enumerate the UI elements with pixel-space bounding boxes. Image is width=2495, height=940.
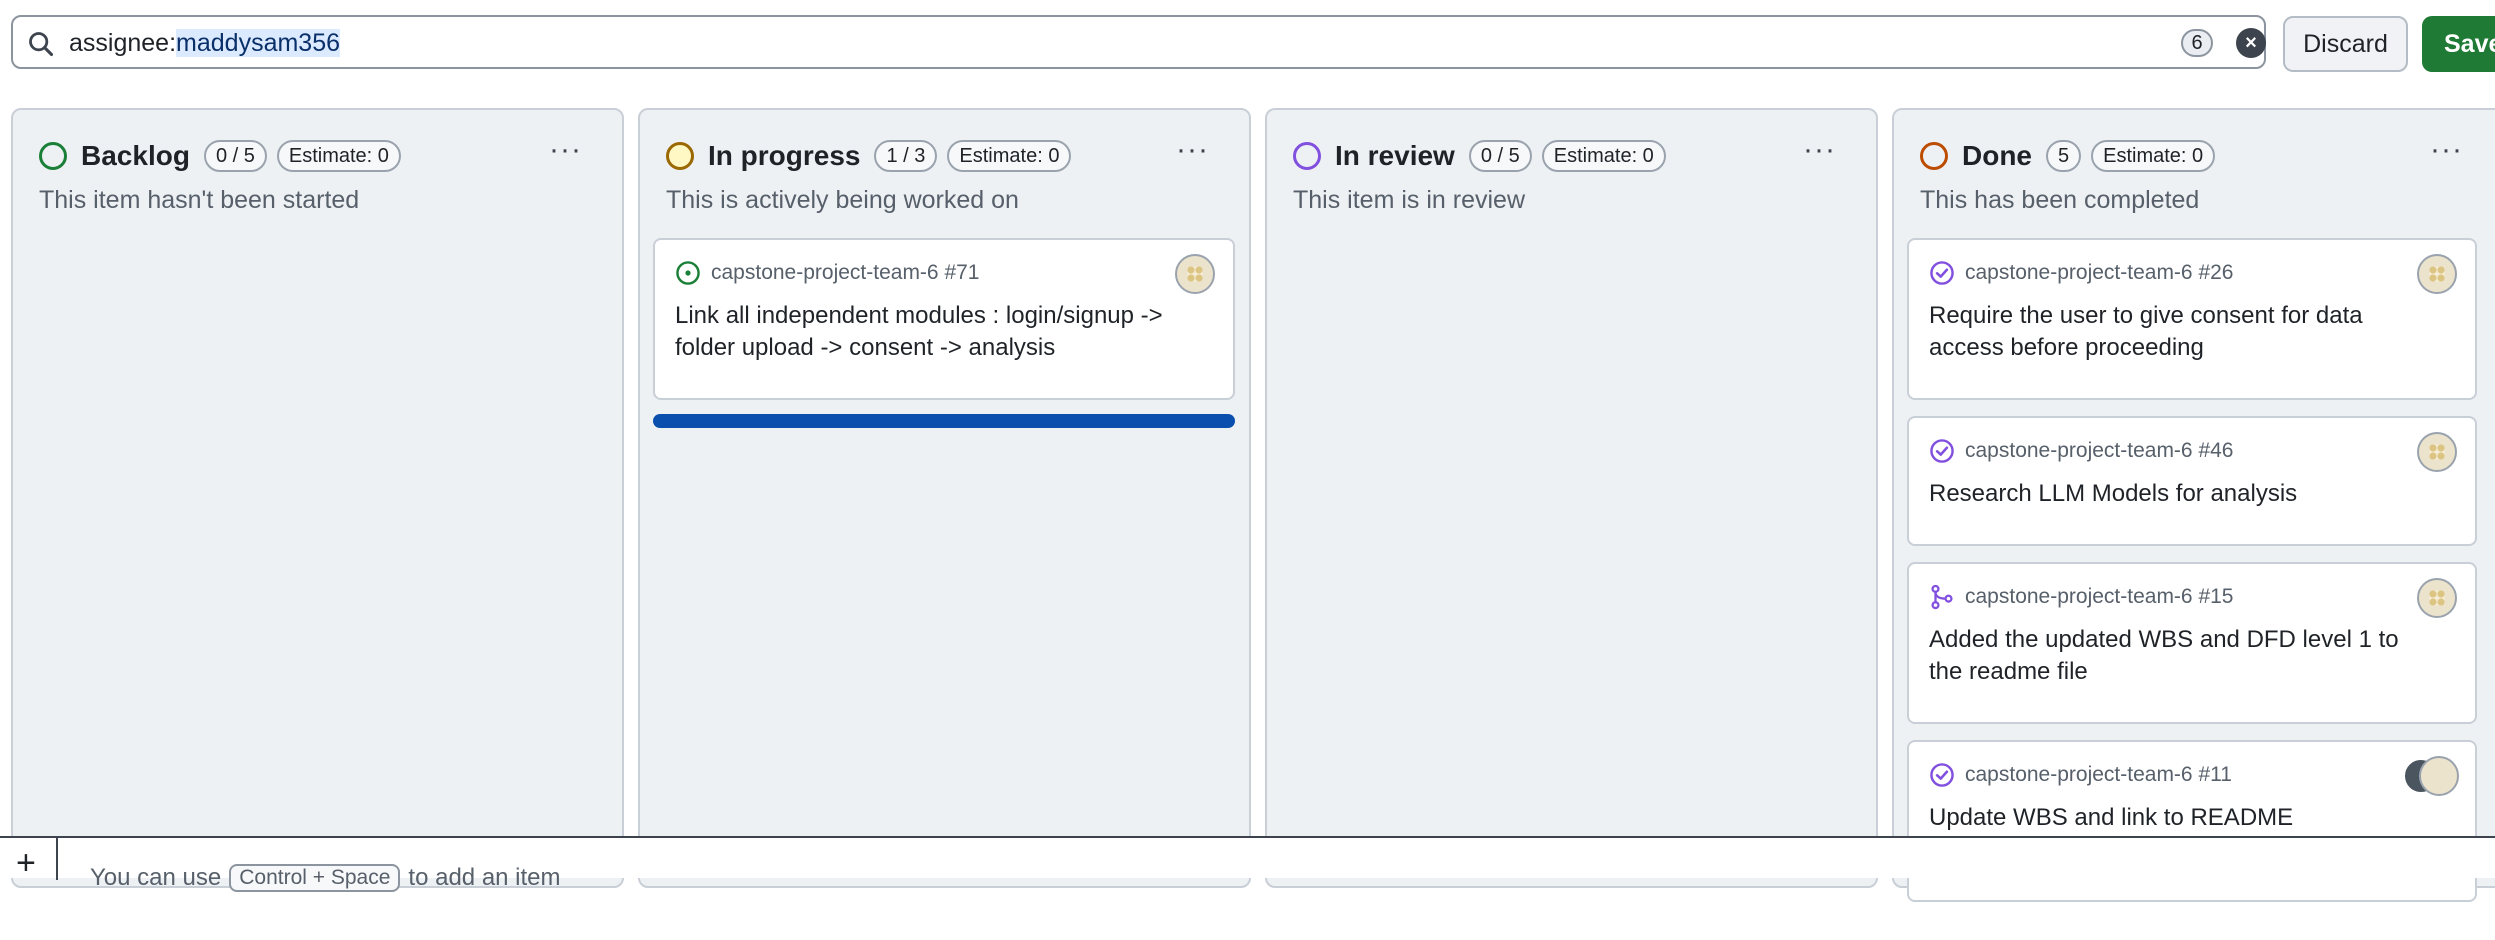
column-header: Backlog 0 / 5 Estimate: 0 (39, 136, 411, 176)
column-backlog: Backlog 0 / 5 Estimate: 0 ··· This item … (11, 108, 624, 888)
column-menu-icon[interactable]: ··· (2430, 135, 2463, 165)
card-title[interactable]: Update WBS and link to README (1929, 802, 2435, 834)
column-header: In review 0 / 5 Estimate: 0 (1293, 136, 1676, 176)
column-count-badge: 5 (2046, 140, 2082, 172)
filter-result-count: 6 (2181, 29, 2213, 57)
closed-issue-icon (1930, 763, 1954, 787)
avatar[interactable] (2417, 578, 2457, 618)
card-title[interactable]: Link all independent modules : login/sig… (675, 300, 1193, 364)
card-title[interactable]: Research LLM Models for analysis (1929, 478, 2435, 510)
card-repo-label: capstone-project-team-6 #71 (711, 261, 980, 284)
card-repo-label: capstone-project-team-6 #15 (1965, 585, 2234, 608)
avatar[interactable] (2419, 756, 2459, 796)
closed-issue-icon (1930, 261, 1954, 285)
issue-card[interactable]: capstone-project-team-6 #71 Link all ind… (653, 238, 1235, 400)
column-count-badge: 0 / 5 (203, 140, 267, 172)
column-menu-icon[interactable]: ··· (549, 135, 582, 165)
column-description: This has been completed (1920, 186, 2200, 214)
closed-issue-icon (1930, 439, 1954, 463)
card-repo: capstone-project-team-6 #15 (1929, 584, 2233, 610)
column-done: Done 5 Estimate: 0 ··· This has been com… (1892, 108, 2495, 902)
discard-button[interactable]: Discard (2283, 16, 2408, 72)
search-icon (29, 32, 54, 57)
filter-query[interactable]: assignee:maddysam356 (69, 28, 341, 58)
avatar-stack[interactable] (2403, 756, 2459, 796)
issue-card[interactable]: capstone-project-team-6 #26 Require the … (1907, 238, 2477, 400)
merged-pr-icon (1931, 584, 1953, 610)
status-dot-icon (1920, 142, 1948, 170)
filter-input[interactable]: assignee:maddysam356 6 × (11, 15, 2266, 69)
column-estimate-badge: Estimate: 0 (276, 140, 401, 172)
card-title[interactable]: Added the updated WBS and DFD level 1 to… (1929, 624, 2435, 688)
filter-query-key: assignee: (69, 29, 177, 57)
column-header: In progress 1 / 3 Estimate: 0 (666, 136, 1081, 176)
card-repo-label: capstone-project-team-6 #11 (1965, 763, 2232, 786)
add-item-hint: You can use Control + Space to add an it… (90, 864, 561, 892)
open-issue-icon (676, 261, 700, 285)
column-title: Backlog (81, 140, 190, 171)
column-description: This is actively being worked on (666, 186, 1019, 214)
status-dot-icon (1293, 142, 1321, 170)
column-count-badge: 0 / 5 (1468, 140, 1532, 172)
card-title[interactable]: Require the user to give consent for dat… (1929, 300, 2435, 364)
column-title: In review (1335, 140, 1455, 171)
avatar[interactable] (2417, 254, 2457, 294)
column-description: This item hasn't been started (39, 186, 360, 214)
card-repo: capstone-project-team-6 #46 (1929, 438, 2233, 464)
column-title: Done (1962, 140, 2032, 171)
column-estimate-badge: Estimate: 0 (2091, 140, 2216, 172)
avatar[interactable] (2417, 432, 2457, 472)
filter-query-value: maddysam356 (176, 29, 341, 57)
column-progress-bar (653, 414, 1235, 428)
card-repo-label: capstone-project-team-6 #46 (1965, 439, 2234, 462)
add-item-hint-suffix: to add an item (408, 864, 561, 891)
card-repo-label: capstone-project-team-6 #26 (1965, 261, 2234, 284)
save-button[interactable]: Save (2422, 16, 2495, 72)
column-estimate-badge: Estimate: 0 (947, 140, 1072, 172)
add-item-plus-icon[interactable]: + (16, 846, 36, 880)
column-header: Done 5 Estimate: 0 (1920, 136, 2225, 176)
column-title: In progress (708, 140, 861, 171)
status-dot-icon (666, 142, 694, 170)
divider (56, 838, 58, 880)
column-menu-icon[interactable]: ··· (1803, 135, 1836, 165)
card-repo: capstone-project-team-6 #26 (1929, 260, 2233, 286)
card-repo: capstone-project-team-6 #11 (1929, 762, 2232, 788)
column-description: This item is in review (1293, 186, 1525, 214)
column-in-review: In review 0 / 5 Estimate: 0 ··· This ite… (1265, 108, 1878, 888)
column-menu-icon[interactable]: ··· (1176, 135, 1209, 165)
add-item-hint-prefix: You can use (90, 864, 222, 891)
column-count-badge: 1 / 3 (874, 140, 938, 172)
pull-request-card[interactable]: capstone-project-team-6 #15 Added the up… (1907, 562, 2477, 724)
column-in-progress: In progress 1 / 3 Estimate: 0 ··· This i… (638, 108, 1251, 888)
keyboard-shortcut: Control + Space (229, 864, 401, 892)
clear-filter-icon[interactable]: × (2236, 28, 2266, 58)
status-dot-icon (39, 142, 67, 170)
card-repo: capstone-project-team-6 #71 (675, 260, 979, 286)
issue-card[interactable]: capstone-project-team-6 #46 Research LLM… (1907, 416, 2477, 546)
add-item-bar[interactable]: + You can use Control + Space to add an … (0, 836, 2495, 892)
avatar[interactable] (1175, 254, 1215, 294)
column-estimate-badge: Estimate: 0 (1541, 140, 1666, 172)
